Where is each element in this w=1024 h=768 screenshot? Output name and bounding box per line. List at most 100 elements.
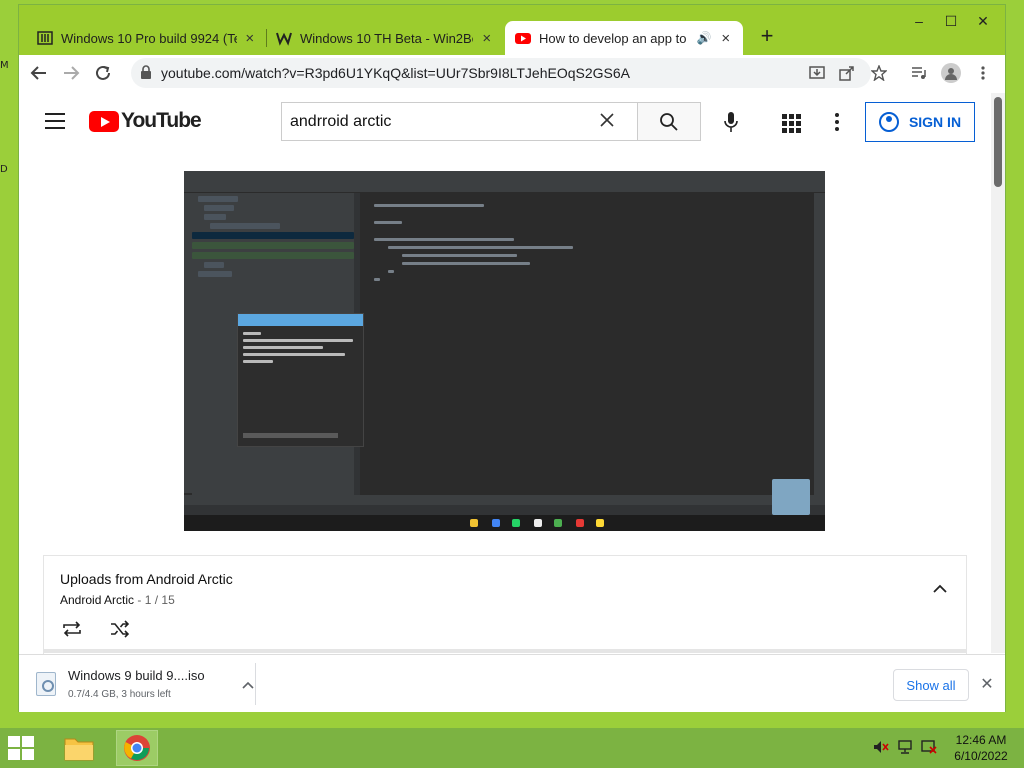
maximize-button[interactable]: ☐ bbox=[939, 13, 963, 33]
media-controls-button[interactable] bbox=[907, 61, 931, 85]
lock-icon[interactable] bbox=[131, 64, 161, 82]
close-window-button[interactable]: ✕ bbox=[971, 13, 995, 33]
video-frame-menubar bbox=[184, 171, 825, 181]
share-button[interactable] bbox=[835, 61, 859, 85]
desktop-icon-m[interactable]: M bbox=[0, 60, 10, 74]
address-bar[interactable]: youtube.com/watch?v=R3pd6U1YKqQ&list=UUr… bbox=[131, 58, 871, 88]
search-box[interactable] bbox=[281, 102, 637, 141]
youtube-play-icon bbox=[89, 110, 119, 132]
tab-close-button[interactable]: × bbox=[479, 30, 494, 47]
close-download-shelf-button[interactable]: ✕ bbox=[977, 675, 997, 695]
download-file-name: Windows 9 build 9....iso bbox=[68, 668, 205, 683]
video-frame-sidebar bbox=[184, 193, 192, 493]
playlist-position: 1 / 15 bbox=[144, 593, 175, 607]
playlist-panel: Uploads from Android Arctic Android Arct… bbox=[43, 555, 967, 655]
chrome-icon bbox=[124, 735, 150, 761]
reload-button[interactable] bbox=[91, 61, 115, 85]
scrollbar-thumb[interactable] bbox=[994, 97, 1002, 187]
media-queue-icon bbox=[912, 67, 926, 79]
collapse-playlist-button[interactable] bbox=[930, 578, 950, 598]
columns-icon bbox=[37, 30, 53, 46]
playlist-owner[interactable]: Android Arctic bbox=[60, 593, 134, 607]
share-icon bbox=[839, 66, 854, 81]
show-all-downloads-button[interactable]: Show all bbox=[893, 669, 969, 701]
arrow-right-icon bbox=[64, 66, 80, 80]
playlist-separator: - bbox=[134, 593, 145, 607]
clock-time: 12:46 AM bbox=[955, 733, 1007, 747]
taskbar-file-explorer[interactable] bbox=[58, 730, 100, 766]
playlist-divider bbox=[43, 649, 967, 653]
iso-file-icon bbox=[36, 672, 56, 696]
video-player[interactable] bbox=[184, 171, 825, 531]
download-status: 0.7/4.4 GB, 3 hours left bbox=[68, 689, 171, 700]
back-button[interactable] bbox=[27, 61, 51, 85]
speaker-icon[interactable]: 🔊 bbox=[696, 31, 712, 45]
profile-button[interactable] bbox=[939, 61, 963, 85]
desktop-icon-d[interactable]: D bbox=[0, 164, 10, 178]
download-options-button[interactable] bbox=[240, 677, 256, 693]
tab-title: Windows 10 TH Beta - Win2Beta bbox=[300, 30, 474, 46]
tab-close-button[interactable]: × bbox=[718, 30, 733, 47]
star-icon bbox=[871, 65, 887, 81]
profile-avatar-icon bbox=[941, 63, 961, 83]
download-separator bbox=[255, 663, 256, 705]
voice-search-button[interactable] bbox=[716, 107, 746, 137]
guide-menu-button[interactable] bbox=[45, 113, 65, 129]
youtube-logo[interactable]: YouTube bbox=[89, 109, 202, 133]
url-text[interactable]: youtube.com/watch?v=R3pd6U1YKqQ&list=UUr… bbox=[161, 65, 630, 81]
browser-window: Windows 10 Pro build 9924 (Tech × Window… bbox=[18, 4, 1006, 712]
search-input[interactable] bbox=[282, 112, 592, 131]
video-frame-right-panel bbox=[814, 193, 825, 495]
youtube-apps-button[interactable] bbox=[777, 109, 803, 135]
windows-taskbar: 12:46 AM 6/10/2022 bbox=[0, 728, 1024, 768]
sign-in-label: SIGN IN bbox=[908, 114, 962, 130]
tab-title: How to develop an app to op bbox=[539, 30, 690, 46]
folder-icon bbox=[64, 738, 94, 761]
more-vert-icon bbox=[981, 66, 985, 80]
youtube-icon bbox=[515, 30, 531, 46]
more-vert-dot-icon bbox=[835, 113, 839, 117]
network-icon[interactable] bbox=[896, 740, 914, 756]
loop-playlist-button[interactable] bbox=[60, 617, 84, 641]
forward-button[interactable] bbox=[59, 61, 83, 85]
arrow-left-icon bbox=[30, 66, 46, 80]
video-frame-toolbar bbox=[184, 181, 825, 193]
reload-icon bbox=[96, 65, 110, 80]
action-center-icon[interactable] bbox=[920, 740, 938, 756]
clock-date: 6/10/2022 bbox=[954, 749, 1008, 763]
account-circle-icon bbox=[878, 112, 899, 132]
search-button[interactable] bbox=[637, 102, 701, 141]
minimize-button[interactable]: – bbox=[907, 13, 931, 33]
video-frame-taskbar bbox=[184, 515, 825, 531]
page-scrollbar[interactable] bbox=[991, 93, 1005, 653]
chrome-menu-button[interactable] bbox=[971, 61, 995, 85]
w-icon bbox=[276, 30, 292, 46]
taskbar-clock[interactable]: 12:46 AM 6/10/2022 bbox=[948, 732, 1014, 764]
video-frame-statusbar bbox=[184, 505, 825, 515]
install-app-button[interactable] bbox=[805, 61, 829, 85]
tab-windows-10-th-beta[interactable]: Windows 10 TH Beta - Win2Beta × bbox=[266, 21, 504, 55]
tab-title: Windows 10 Pro build 9924 (Tech bbox=[61, 30, 237, 46]
browser-toolbar: youtube.com/watch?v=R3pd6U1YKqQ&list=UUr… bbox=[19, 55, 1005, 91]
shuffle-playlist-button[interactable] bbox=[108, 617, 132, 641]
download-item[interactable]: Windows 9 build 9....iso 0.7/4.4 GB, 3 h… bbox=[33, 665, 255, 705]
channel-watermark bbox=[772, 479, 810, 515]
volume-muted-icon[interactable] bbox=[872, 740, 890, 756]
tab-close-button[interactable]: × bbox=[243, 30, 258, 47]
start-button[interactable] bbox=[8, 736, 36, 760]
tab-windows-10-pro[interactable]: Windows 10 Pro build 9924 (Tech × bbox=[27, 21, 267, 55]
windows-logo-icon bbox=[8, 736, 20, 747]
install-icon bbox=[809, 66, 825, 79]
new-tab-button[interactable]: + bbox=[755, 25, 779, 49]
playlist-title[interactable]: Uploads from Android Arctic bbox=[60, 571, 233, 587]
youtube-header: YouTube SIGN IN bbox=[19, 91, 987, 153]
settings-more-button[interactable] bbox=[827, 109, 847, 135]
video-frame-code-editor bbox=[354, 193, 814, 495]
sign-in-button[interactable]: SIGN IN bbox=[865, 102, 975, 142]
taskbar-chrome[interactable] bbox=[116, 730, 158, 766]
bookmark-button[interactable] bbox=[867, 61, 891, 85]
video-frame-tool-strip bbox=[184, 495, 825, 505]
tab-youtube-active[interactable]: How to develop an app to op 🔊 × bbox=[505, 21, 743, 55]
tab-strip: Windows 10 Pro build 9924 (Tech × Window… bbox=[19, 5, 1005, 55]
clear-search-icon[interactable] bbox=[592, 110, 622, 133]
